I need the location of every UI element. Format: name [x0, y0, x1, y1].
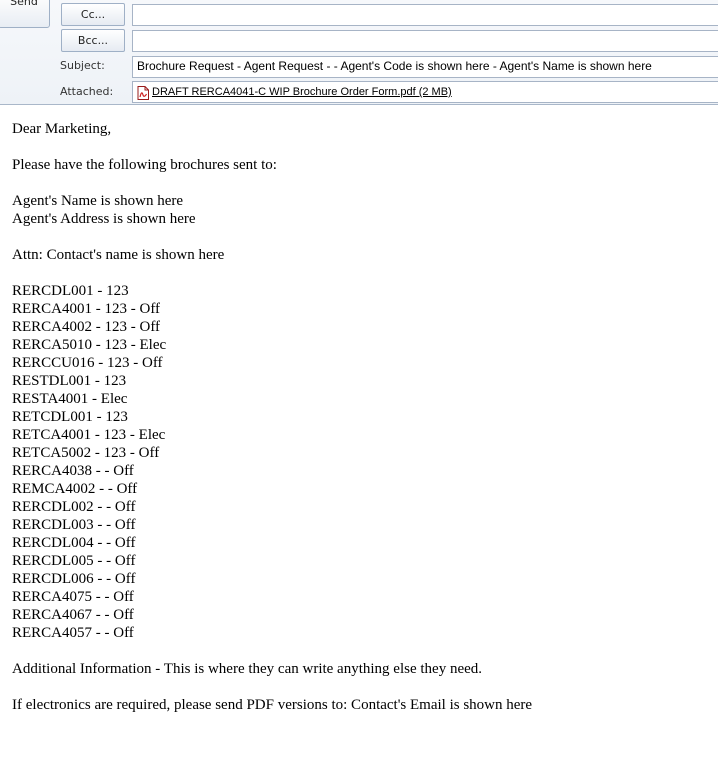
- intro-line: Please have the following brochures sent…: [12, 157, 277, 173]
- attachment-item[interactable]: DRAFT RERCA4041-C WIP Brochure Order For…: [133, 82, 718, 102]
- attachment-field[interactable]: DRAFT RERCA4041-C WIP Brochure Order For…: [132, 81, 718, 103]
- greeting: Dear Marketing,: [12, 121, 112, 137]
- bcc-button[interactable]: Bcc...: [61, 29, 125, 52]
- agent-name: Agent's Name is shown here: [12, 193, 183, 209]
- subject-field[interactable]: Brochure Request - Agent Request - - Age…: [132, 56, 718, 78]
- list-item: RERCA4002 - 123 - Off: [12, 319, 161, 335]
- list-item: REMCA4002 - - Off: [12, 481, 138, 497]
- list-item: RERCA5010 - 123 - Elec: [12, 337, 167, 353]
- list-item: RERCDL001 - 123: [12, 283, 129, 299]
- list-item: RERCDL003 - - Off: [12, 517, 136, 533]
- message-body[interactable]: Dear Marketing, Please have the followin…: [12, 120, 712, 714]
- list-item: RESTDL001 - 123: [12, 373, 127, 389]
- subject-value: Brochure Request - Agent Request - - Age…: [137, 59, 652, 73]
- list-item: RERCA4067 - - Off: [12, 607, 134, 623]
- closing-line: If electronics are required, please send…: [12, 697, 533, 713]
- list-item: RERCA4038 - - Off: [12, 463, 134, 479]
- cc-field[interactable]: [132, 4, 718, 26]
- attn-line: Attn: Contact's name is shown here: [12, 247, 225, 263]
- subject-label: Subject:: [60, 59, 105, 72]
- list-item: RERCDL005 - - Off: [12, 553, 136, 569]
- send-button[interactable]: Send: [0, 0, 50, 28]
- list-item: RESTA4001 - Elec: [12, 391, 128, 407]
- compose-header: Send Cc... Bcc... Subject: Brochure Requ…: [0, 0, 718, 105]
- list-item: RERCA4075 - - Off: [12, 589, 134, 605]
- list-item: RETCDL001 - 123: [12, 409, 128, 425]
- pdf-icon: [137, 85, 149, 100]
- attached-label: Attached:: [60, 85, 114, 98]
- list-item: RERCCU016 - 123 - Off: [12, 355, 163, 371]
- list-item: RERCDL004 - - Off: [12, 535, 136, 551]
- list-item: RERCA4057 - - Off: [12, 625, 134, 641]
- brochure-list: RERCDL001 - 123 RERCA4001 - 123 - Off RE…: [12, 282, 712, 642]
- list-item: RERCDL006 - - Off: [12, 571, 136, 587]
- list-item: RETCA5002 - 123 - Off: [12, 445, 160, 461]
- additional-info: Additional Information - This is where t…: [12, 661, 483, 677]
- attachment-link[interactable]: DRAFT RERCA4041-C WIP Brochure Order For…: [152, 86, 452, 98]
- list-item: RETCA4001 - 123 - Elec: [12, 427, 166, 443]
- list-item: RERCDL002 - - Off: [12, 499, 136, 515]
- bcc-field[interactable]: [132, 30, 718, 52]
- cc-button[interactable]: Cc...: [61, 3, 125, 26]
- agent-address: Agent's Address is shown here: [12, 211, 196, 227]
- list-item: RERCA4001 - 123 - Off: [12, 301, 161, 317]
